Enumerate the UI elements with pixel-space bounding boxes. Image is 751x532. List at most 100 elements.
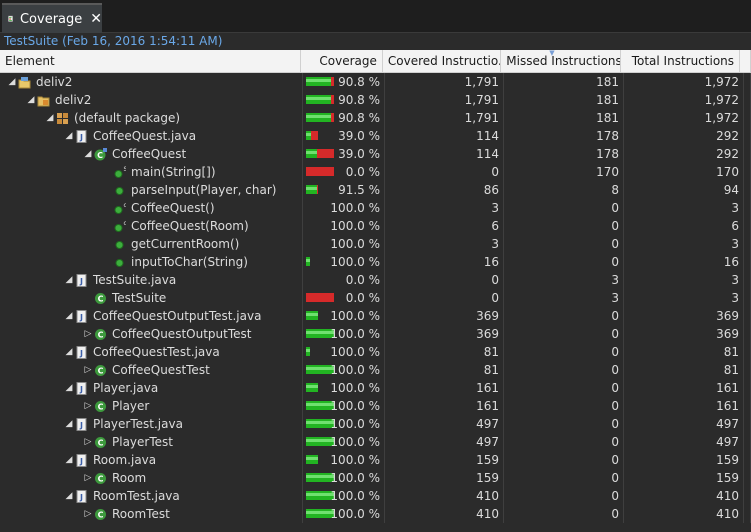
coverage-cell: 100.0 % [303, 217, 385, 235]
expand-toggle-icon[interactable]: ▷ [82, 325, 94, 343]
table-row[interactable]: ◢ J RoomTest.java 100.0 % 410 0 410 [0, 487, 751, 505]
expand-toggle-icon[interactable]: ▷ [82, 361, 94, 379]
table-row[interactable]: ◢ J Room.java 100.0 % 159 0 159 [0, 451, 751, 469]
table-row[interactable]: inputToChar(String) 100.0 % 16 0 16 [0, 253, 751, 271]
element-cell: ◢ J PlayerTest.java [0, 415, 303, 433]
missed-instructions-cell: 178 [504, 127, 624, 145]
filler-cell [744, 433, 751, 451]
column-header-missed-instructions[interactable]: ▼ Missed Instructions [501, 50, 621, 72]
expand-toggle-icon[interactable]: ▷ [82, 397, 94, 415]
column-header-covered-instructions[interactable]: Covered Instructio... [383, 50, 502, 72]
filler-cell [744, 145, 751, 163]
coverage-cell: 100.0 % [303, 415, 385, 433]
missed-instructions-cell: 3 [504, 271, 624, 289]
collapse-toggle-icon[interactable]: ◢ [82, 145, 94, 163]
missed-instructions-cell: 181 [504, 73, 624, 91]
collapse-toggle-icon[interactable]: ◢ [44, 109, 56, 127]
table-row[interactable]: c CoffeeQuest() 100.0 % 303 [0, 199, 751, 217]
coverage-cell: 90.8 % [303, 73, 385, 91]
coverage-bar [306, 131, 318, 140]
expand-toggle-icon[interactable]: ▷ [82, 505, 94, 523]
coverage-bar [306, 113, 334, 122]
collapse-toggle-icon[interactable]: ◢ [63, 451, 75, 469]
collapse-toggle-icon[interactable]: ◢ [63, 487, 75, 505]
collapse-toggle-icon[interactable]: ◢ [63, 379, 75, 397]
table-row[interactable]: ◢ (default package) 90.8 % 1,791 181 1,972 [0, 109, 751, 127]
coverage-percent: 0.0 % [345, 273, 380, 287]
covered-instructions-cell: 161 [385, 397, 504, 415]
filler-cell [744, 271, 751, 289]
tab-label: Coverage [19, 11, 83, 27]
table-row[interactable]: ◢ deliv2 90.8 % 1,791 181 1,972 [0, 91, 751, 109]
expand-toggle-icon[interactable]: ▷ [82, 469, 94, 487]
table-row[interactable]: ◢ deliv2 90.8 % 1,791 181 1,972 [0, 73, 751, 91]
table-row[interactable]: parseInput(Player, char) 91.5 % 86 8 94 [0, 181, 751, 199]
table-row[interactable]: C TestSuite 0.0 % 0 3 3 [0, 289, 751, 307]
coverage-percent: 100.0 % [330, 201, 380, 215]
element-cell: ◢ deliv2 [0, 73, 303, 91]
coverage-cell: 100.0 % [303, 451, 385, 469]
element-cell: ◢ J CoffeeQuestTest.java [0, 343, 303, 361]
collapse-toggle-icon[interactable]: ◢ [63, 343, 75, 361]
table-row[interactable]: ◢ J PlayerTest.java 100.0 % 497 0 497 [0, 415, 751, 433]
table-row[interactable]: ◢ J CoffeeQuestOutputTest.java 100.0 % 369 0 3… [0, 307, 751, 325]
svg-text:C: C [98, 438, 104, 447]
total-instructions-cell: 3 [624, 199, 744, 217]
collapse-toggle-icon[interactable]: ◢ [25, 91, 37, 109]
table-row[interactable]: ◢ C CoffeeQuest 39.0 % 114 178 292 [0, 145, 751, 163]
table-row[interactable]: ◢ J TestSuite.java 0.0 % 0 3 3 [0, 271, 751, 289]
collapse-toggle-icon[interactable]: ◢ [63, 271, 75, 289]
total-instructions-cell: 1,972 [624, 91, 744, 109]
svg-text:J: J [79, 421, 83, 430]
total-instructions-cell: 3 [624, 289, 744, 307]
element-name: Room [112, 471, 147, 485]
column-header-coverage[interactable]: Coverage [301, 50, 383, 72]
table-row[interactable]: getCurrentRoom() 100.0 % 3 0 3 [0, 235, 751, 253]
java-file-icon: J [75, 309, 88, 323]
table-row[interactable]: c CoffeeQuest(Room) 100.0 % 606 [0, 217, 751, 235]
element-cell: ◢ J CoffeeQuest.java [0, 127, 303, 145]
table-row[interactable]: ◢ J CoffeeQuestTest.java 100.0 % 81 0 81 [0, 343, 751, 361]
collapse-toggle-icon[interactable]: ◢ [63, 307, 75, 325]
class-icon: C [94, 292, 107, 305]
collapse-toggle-icon[interactable]: ◢ [6, 73, 18, 91]
table-row[interactable]: ▷ C CoffeeQuestTest 100.0 % 81 0 81 [0, 361, 751, 379]
element-name: (default package) [74, 111, 181, 125]
covered-instructions-cell: 0 [385, 271, 504, 289]
table-row[interactable]: ◢ J CoffeeQuest.java 39.0 % 114 178 292 [0, 127, 751, 145]
total-instructions-cell: 410 [624, 487, 744, 505]
total-instructions-cell: 292 [624, 127, 744, 145]
table-row[interactable]: ▷ C RoomTest 100.0 % 410 0 410 [0, 505, 751, 523]
element-cell: ◢ C CoffeeQuest [0, 145, 303, 163]
coverage-cell: 100.0 % [303, 505, 385, 523]
table-row[interactable]: ▷ C Player 100.0 % 161 0 161 [0, 397, 751, 415]
covered-instructions-cell: 6 [385, 217, 504, 235]
total-instructions-cell: 159 [624, 451, 744, 469]
filler-cell [744, 505, 751, 523]
element-cell: c CoffeeQuest(Room) [0, 217, 303, 235]
coverage-bar-fill [306, 149, 317, 158]
table-row[interactable]: ▷ C PlayerTest 100.0 % 497 0 497 [0, 433, 751, 451]
covered-instructions-cell: 497 [385, 415, 504, 433]
java-file-icon: J [75, 273, 88, 287]
coverage-percent: 100.0 % [330, 453, 380, 467]
expand-toggle-icon[interactable]: ▷ [82, 433, 94, 451]
table-row[interactable]: ▷ C Room 100.0 % 159 0 159 [0, 469, 751, 487]
collapse-toggle-icon[interactable]: ◢ [63, 127, 75, 145]
covered-instructions-cell: 369 [385, 307, 504, 325]
column-header-element[interactable]: Element [0, 50, 302, 72]
total-instructions-cell: 16 [624, 253, 744, 271]
svg-text:J: J [79, 493, 83, 502]
column-header-filler [740, 50, 751, 72]
coverage-percent: 100.0 % [330, 345, 380, 359]
collapse-toggle-icon[interactable]: ◢ [63, 415, 75, 433]
total-instructions-cell: 1,972 [624, 109, 744, 127]
missed-instructions-cell: 8 [504, 181, 624, 199]
tab-coverage[interactable]: Coverage ✕ [2, 3, 102, 33]
close-icon[interactable]: ✕ [90, 11, 102, 27]
column-header-total-instructions[interactable]: Total Instructions [621, 50, 741, 72]
table-row[interactable]: Smain(String[])0.0 %0170170 [0, 163, 751, 181]
coverage-percent: 100.0 % [330, 471, 380, 485]
table-row[interactable]: ◢ J Player.java 100.0 % 161 0 161 [0, 379, 751, 397]
table-row[interactable]: ▷ C CoffeeQuestOutputTest 100.0 % 369 0 369 [0, 325, 751, 343]
